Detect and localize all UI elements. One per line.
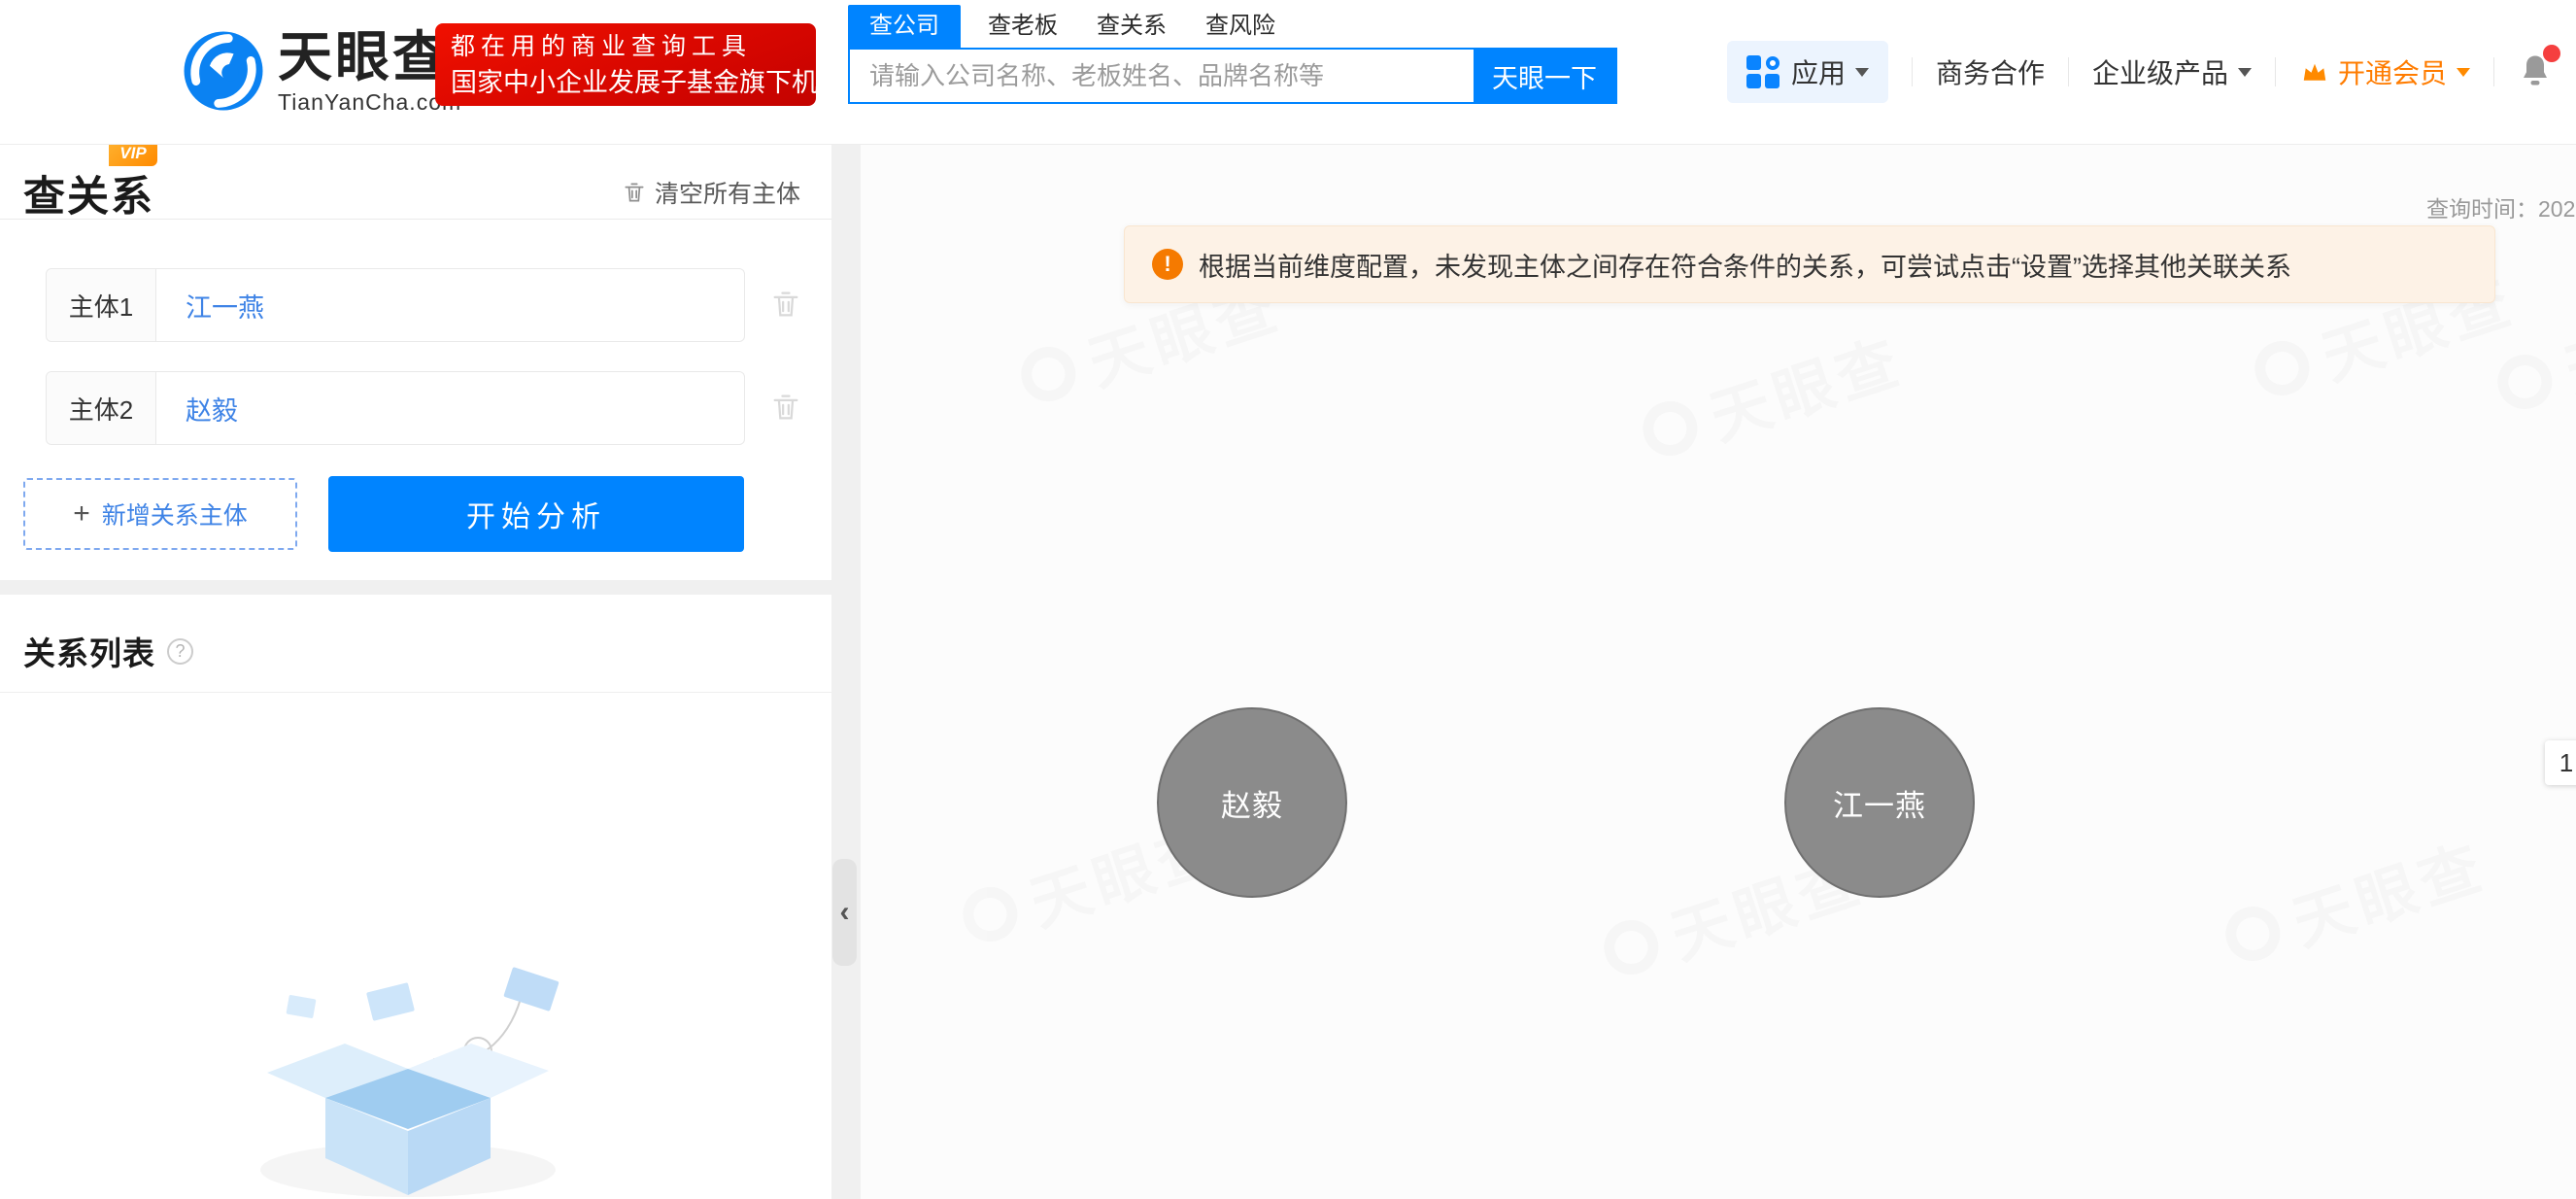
add-subject-label: 新增关系主体 <box>102 497 248 531</box>
clear-all-button[interactable]: 清空所有主体 <box>622 175 800 210</box>
search-box: 天眼一下 <box>848 48 1617 104</box>
divider <box>0 692 831 693</box>
subject1-value[interactable]: 江一燕 <box>156 269 744 341</box>
relation-list-header: 关系列表 ? <box>23 628 193 674</box>
chevron-left-icon: ‹ <box>840 896 850 929</box>
trash-icon <box>622 180 647 205</box>
watermark: 天眼查 <box>1631 313 1913 479</box>
no-relation-alert: ! 根据当前维度配置，未发现主体之间存在符合条件的关系，可尝试点击“设置”选择其… <box>1124 225 2495 303</box>
plus-icon: + <box>73 497 90 531</box>
tianyancha-logo-icon <box>181 27 266 115</box>
app-root: 天眼查 TianYanCha.com 都在用的商业查询工具 国家中小企业发展子基… <box>0 0 2576 1199</box>
graph-node-zhaoyi[interactable]: 赵毅 <box>1157 707 1347 898</box>
subject2-label: 主体2 <box>47 372 156 444</box>
nav-divider <box>1912 57 1913 86</box>
relation-graph-canvas[interactable]: 天眼查 天眼查 天眼查 天眼查 天眼查 天眼查 天眼查 查询时间：202 ! 根… <box>861 144 2576 1199</box>
collapse-sidebar-handle[interactable]: ‹ <box>832 859 857 966</box>
delete-subject2-icon[interactable] <box>769 391 802 424</box>
subject-row-1: 主体1 江一燕 <box>46 268 745 342</box>
nav-item-vip[interactable]: 开通会员 <box>2299 52 2470 91</box>
brand-domain: TianYanCha.com <box>278 89 461 116</box>
page-title: 查关系 <box>23 163 154 223</box>
nav-divider <box>2275 57 2276 86</box>
apps-label: 应用 <box>1791 52 1846 91</box>
empty-box-illustration <box>233 962 583 1199</box>
apps-menu-button[interactable]: 应用 <box>1727 41 1888 103</box>
search-tabs: 查公司 查老板 查关系 查风险 <box>848 5 1617 48</box>
subject-row-2: 主体2 赵毅 <box>46 371 745 445</box>
nav-divider <box>2493 57 2494 86</box>
logo-texts: 天眼查 TianYanCha.com <box>278 27 461 116</box>
apps-grid-icon <box>1746 55 1779 88</box>
start-analysis-button[interactable]: 开始分析 <box>328 476 744 552</box>
relation-sidebar: 查关系 VIP 清空所有主体 主体1 江一燕 主体2 赵毅 + 新增关系主体 开… <box>0 144 831 1199</box>
graph-node-jiangyiyan[interactable]: 江一燕 <box>1784 707 1975 898</box>
add-subject-button[interactable]: + 新增关系主体 <box>23 478 297 550</box>
tab-relation[interactable]: 查关系 <box>1097 5 1167 48</box>
logo[interactable]: 天眼查 TianYanCha.com <box>181 27 461 116</box>
search-area: 查公司 查老板 查关系 查风险 天眼一下 <box>848 5 1617 104</box>
search-button[interactable]: 天眼一下 <box>1474 50 1615 102</box>
brand-name: 天眼查 <box>278 27 461 87</box>
header-nav: 应用 商务合作 企业级产品 开通会员 <box>1727 0 2576 144</box>
panel-gutter <box>831 144 861 1199</box>
clear-all-label: 清空所有主体 <box>655 175 800 210</box>
help-icon[interactable]: ? <box>167 638 193 665</box>
query-time: 查询时间：202 <box>2426 190 2575 223</box>
watermark: 天眼查 <box>2214 818 2495 984</box>
chevron-down-icon <box>2238 68 2252 77</box>
delete-subject1-icon[interactable] <box>769 288 802 321</box>
chevron-down-icon <box>2457 68 2470 77</box>
top-header: 天眼查 TianYanCha.com 都在用的商业查询工具 国家中小企业发展子基… <box>0 0 2576 145</box>
tab-company[interactable]: 查公司 <box>848 5 961 48</box>
crown-icon <box>2299 57 2330 86</box>
promo-line1: 都在用的商业查询工具 <box>451 29 800 64</box>
notifications-button[interactable] <box>2518 52 2553 91</box>
nav-item-enterprise[interactable]: 企业级产品 <box>2092 52 2228 91</box>
search-input[interactable] <box>850 50 1474 102</box>
section-separator <box>0 580 831 595</box>
nav-item-business[interactable]: 商务合作 <box>1936 52 2045 91</box>
promo-line2: 国家中小企业发展子基金旗下机构 <box>451 64 800 101</box>
tab-risk[interactable]: 查风险 <box>1205 5 1275 48</box>
subject2-value[interactable]: 赵毅 <box>156 372 744 444</box>
chevron-down-icon <box>1855 68 1869 77</box>
warning-icon: ! <box>1152 249 1183 280</box>
notification-badge <box>2543 45 2560 62</box>
promo-banner[interactable]: 都在用的商业查询工具 国家中小企业发展子基金旗下机构 <box>435 23 816 106</box>
subject1-label: 主体1 <box>47 269 156 341</box>
divider <box>0 219 831 220</box>
vip-label: 开通会员 <box>2338 52 2447 91</box>
alert-message: 根据当前维度配置，未发现主体之间存在符合条件的关系，可尝试点击“设置”选择其他关… <box>1199 246 2291 284</box>
tab-boss[interactable]: 查老板 <box>988 5 1058 48</box>
relation-list-title: 关系列表 <box>23 628 155 674</box>
zoom-level-badge[interactable]: 1 <box>2545 740 2576 785</box>
watermark: 天眼查 <box>2486 266 2576 432</box>
nav-divider <box>2068 57 2069 86</box>
